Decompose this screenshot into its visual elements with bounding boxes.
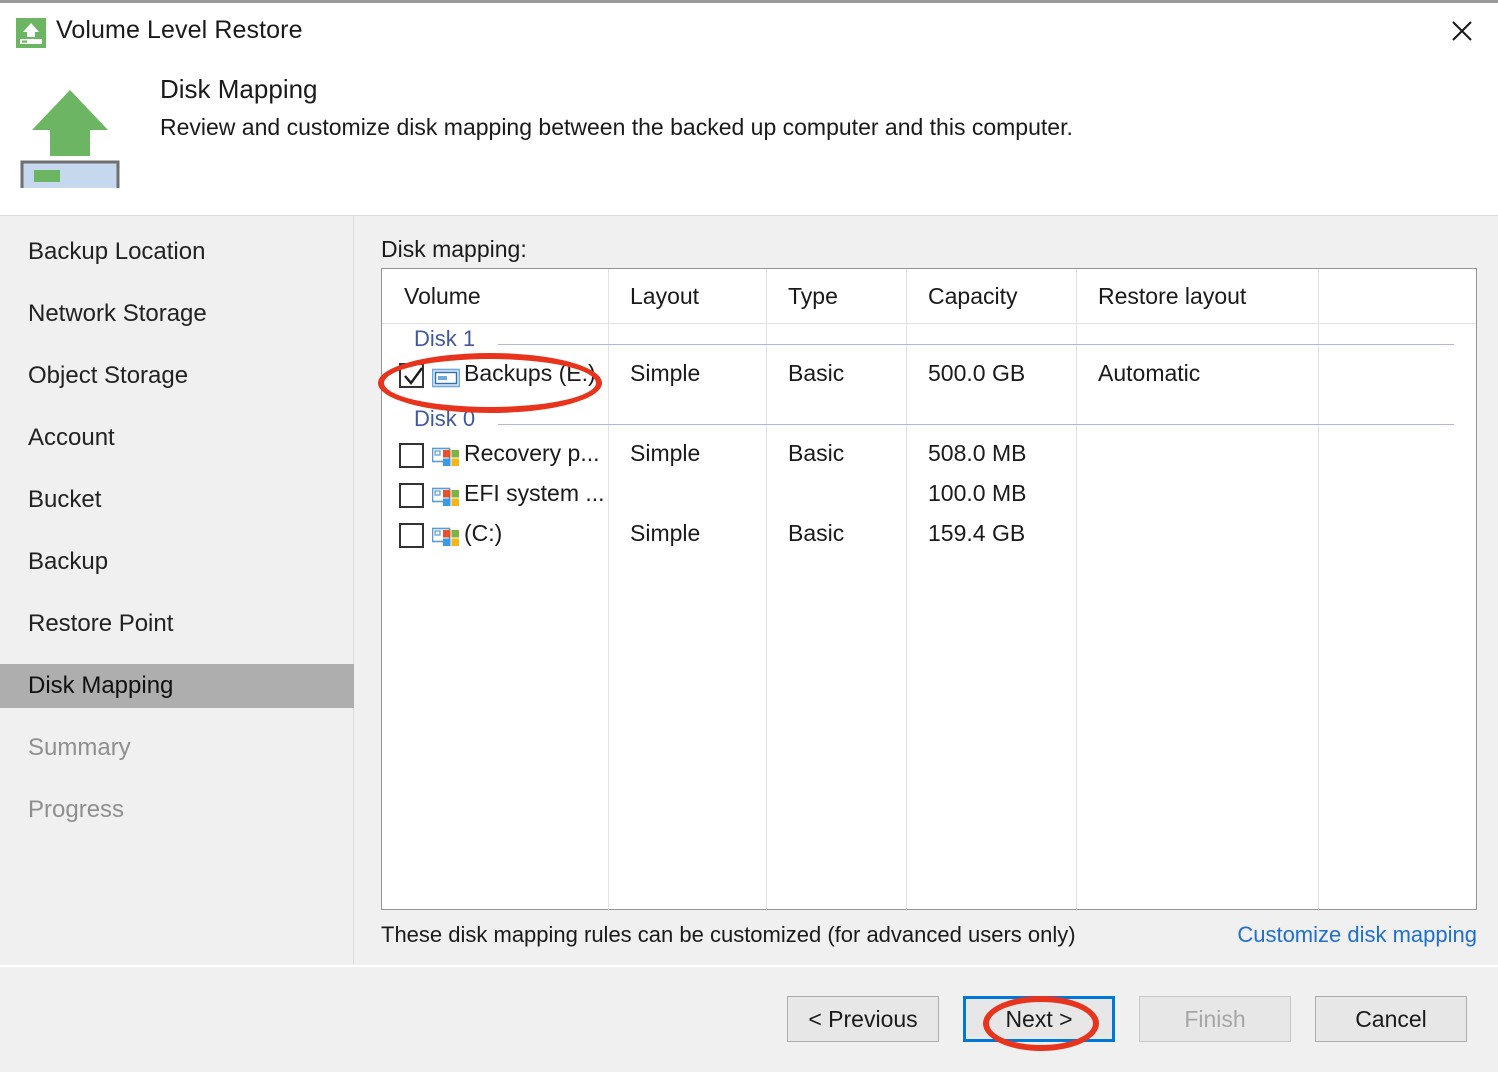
windows-volume-icon	[431, 447, 460, 469]
column-header-restore-layout[interactable]: Restore layout	[1098, 269, 1246, 324]
sidebar-item-label: Object Storage	[28, 362, 189, 389]
sidebar-item-restore-point[interactable]: Restore Point	[0, 602, 354, 646]
table-row[interactable]: (C:) Simple Basic 159.4 GB	[382, 518, 1476, 558]
close-icon[interactable]	[1434, 4, 1490, 58]
window-title: Volume Level Restore	[56, 16, 303, 44]
sidebar-item-network-storage[interactable]: Network Storage	[0, 292, 354, 336]
dialog-body: Backup Location Network Storage Object Sto…	[0, 216, 1498, 964]
wizard-steps-sidebar: Backup Location Network Storage Object Sto…	[0, 216, 354, 964]
volume-name: (C:)	[464, 520, 503, 546]
disk-mapping-note: These disk mapping rules can be customiz…	[381, 922, 1076, 947]
sidebar-item-bucket[interactable]: Bucket	[0, 478, 354, 522]
cancel-button[interactable]: Cancel	[1315, 996, 1467, 1042]
customize-disk-mapping-link[interactable]: Customize disk mapping	[1237, 922, 1477, 948]
volume-name: EFI system ...	[464, 480, 605, 506]
table-body: Disk 1 Backups (E:) Simple Basic 500.0 GB Aut…	[382, 324, 1476, 910]
page-title: Disk Mapping	[160, 74, 318, 104]
window-top-edge	[0, 0, 1498, 3]
sidebar-item-account[interactable]: Account	[0, 416, 354, 460]
column-header-volume[interactable]: Volume	[404, 269, 481, 324]
disk-mapping-label: Disk mapping:	[381, 236, 527, 262]
checkbox-checked[interactable]	[399, 363, 424, 388]
sidebar-item-label: Account	[28, 424, 115, 451]
windows-volume-icon	[431, 527, 460, 549]
sidebar-item-progress[interactable]: Progress	[0, 788, 354, 832]
checkbox-unchecked[interactable]	[399, 483, 424, 508]
cell-layout: Simple	[630, 360, 701, 386]
cell-capacity: 159.4 GB	[928, 520, 1026, 546]
volume-name: Recovery p...	[464, 440, 600, 466]
sidebar-item-label: Bucket	[28, 486, 102, 513]
table-row[interactable]: Backups (E:) Simple Basic 500.0 GB Automatic	[382, 358, 1476, 398]
previous-button[interactable]: < Previous	[787, 996, 939, 1042]
sidebar-item-label: Backup Location	[28, 238, 206, 265]
cell-layout: Simple	[630, 520, 701, 546]
disk-group-label: Disk 1	[414, 326, 476, 351]
sidebar-item-object-storage[interactable]: Object Storage	[0, 354, 354, 398]
cell-type: Basic	[788, 360, 845, 386]
table-row[interactable]: EFI system ... 100.0 MB	[382, 478, 1476, 518]
sidebar-item-backup-location[interactable]: Backup Location	[0, 230, 354, 274]
column-header-layout[interactable]: Layout	[630, 269, 699, 324]
sidebar-item-disk-mapping[interactable]: Disk Mapping	[0, 664, 354, 708]
disk-group-rule	[498, 344, 1454, 345]
wizard-header: Disk Mapping Review and customize disk m…	[0, 66, 1498, 216]
sidebar-item-label: Network Storage	[28, 300, 207, 327]
finish-button: Finish	[1139, 996, 1291, 1042]
restore-volume-icon	[16, 18, 46, 48]
sidebar-item-label: Disk Mapping	[28, 672, 174, 699]
sidebar-item-label: Restore Point	[28, 610, 174, 637]
volume-level-restore-dialog: Volume Level Restore Disk Mapping Review…	[0, 0, 1498, 1072]
sidebar-item-label: Backup	[28, 548, 109, 575]
table-row[interactable]: Recovery p... Simple Basic 508.0 MB	[382, 438, 1476, 478]
checkbox-unchecked[interactable]	[399, 523, 424, 548]
sidebar-item-label: Progress	[28, 796, 125, 823]
cell-capacity: 100.0 MB	[928, 480, 1027, 506]
page-subtitle: Review and customize disk mapping betwee…	[160, 114, 1073, 140]
title-bar: Volume Level Restore	[0, 0, 1498, 66]
disk-mapping-panel: Disk mapping: Volume Layout Type Capacity Re…	[355, 216, 1498, 964]
disk-mapping-table[interactable]: Volume Layout Type Capacity Restore layout D…	[381, 268, 1477, 911]
upload-to-volume-icon	[18, 78, 122, 192]
sidebar-item-label: Summary	[28, 734, 131, 761]
cell-restore-layout: Automatic	[1098, 360, 1201, 386]
cell-layout: Simple	[630, 440, 701, 466]
dialog-footer: < Previous Next > Finish Cancel	[0, 965, 1498, 1072]
disk-group-label: Disk 0	[414, 406, 476, 431]
sidebar-item-backup[interactable]: Backup	[0, 540, 354, 584]
cell-capacity: 500.0 GB	[928, 360, 1026, 386]
disk-group-row[interactable]: Disk 0	[382, 404, 1476, 438]
cell-type: Basic	[788, 520, 845, 546]
drive-icon	[431, 367, 461, 389]
sidebar-item-summary[interactable]: Summary	[0, 726, 354, 770]
column-header-capacity[interactable]: Capacity	[928, 269, 1017, 324]
disk-group-row[interactable]: Disk 1	[382, 324, 1476, 358]
volume-name: Backups (E:)	[464, 360, 596, 386]
column-header-type[interactable]: Type	[788, 269, 838, 324]
disk-group-rule	[498, 424, 1454, 425]
table-header-row: Volume Layout Type Capacity Restore layout	[382, 269, 1476, 911]
checkbox-unchecked[interactable]	[399, 443, 424, 468]
cell-type: Basic	[788, 440, 845, 466]
next-button[interactable]: Next >	[963, 996, 1115, 1042]
windows-volume-icon	[431, 487, 460, 509]
cell-capacity: 508.0 MB	[928, 440, 1027, 466]
